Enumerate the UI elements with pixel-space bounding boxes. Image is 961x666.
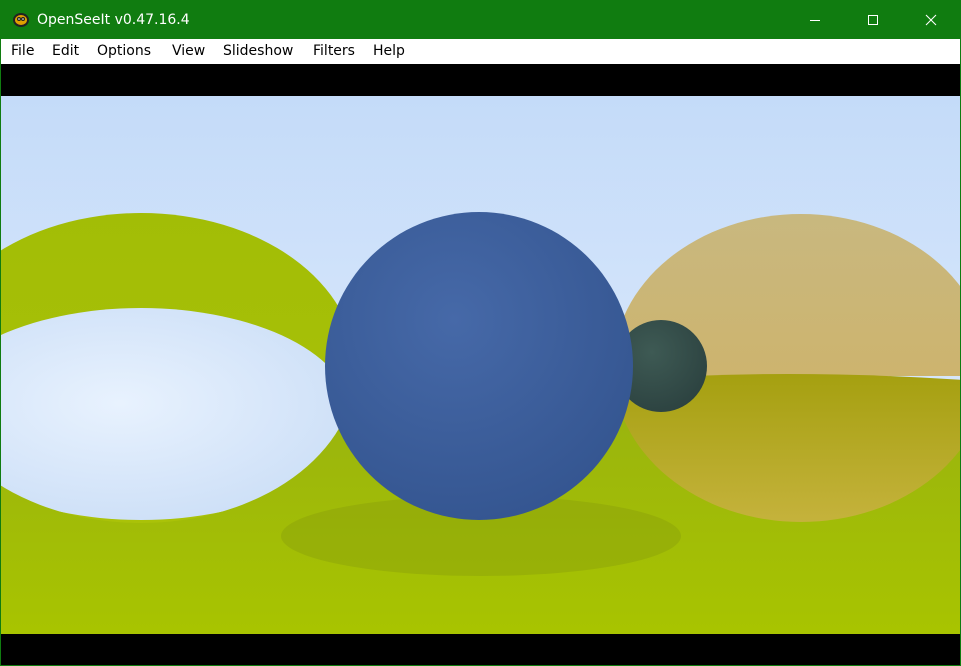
- maximize-icon: [868, 15, 878, 25]
- menu-file[interactable]: File: [11, 42, 34, 61]
- close-icon: [925, 14, 937, 26]
- minimize-icon: [810, 20, 820, 21]
- menu-filters[interactable]: Filters: [313, 42, 355, 61]
- minimize-button[interactable]: [786, 1, 844, 39]
- menu-slideshow[interactable]: Slideshow: [223, 42, 293, 61]
- title-bar[interactable]: OpenSeeIt v0.47.16.4: [1, 1, 960, 39]
- close-button[interactable]: [902, 1, 960, 39]
- window-title: OpenSeeIt v0.47.16.4: [37, 12, 190, 28]
- menu-options[interactable]: Options: [97, 42, 151, 61]
- image-viewport[interactable]: [1, 64, 960, 665]
- app-logo-icon: [13, 13, 29, 27]
- rendered-image: [1, 96, 960, 634]
- menu-help[interactable]: Help: [373, 42, 405, 61]
- menu-view[interactable]: View: [172, 42, 205, 61]
- menu-bar: File Edit Options View Slideshow Filters…: [1, 39, 960, 64]
- maximize-button[interactable]: [844, 1, 902, 39]
- menu-edit[interactable]: Edit: [52, 42, 79, 61]
- app-window: OpenSeeIt v0.47.16.4 File Edit Options V…: [0, 0, 961, 666]
